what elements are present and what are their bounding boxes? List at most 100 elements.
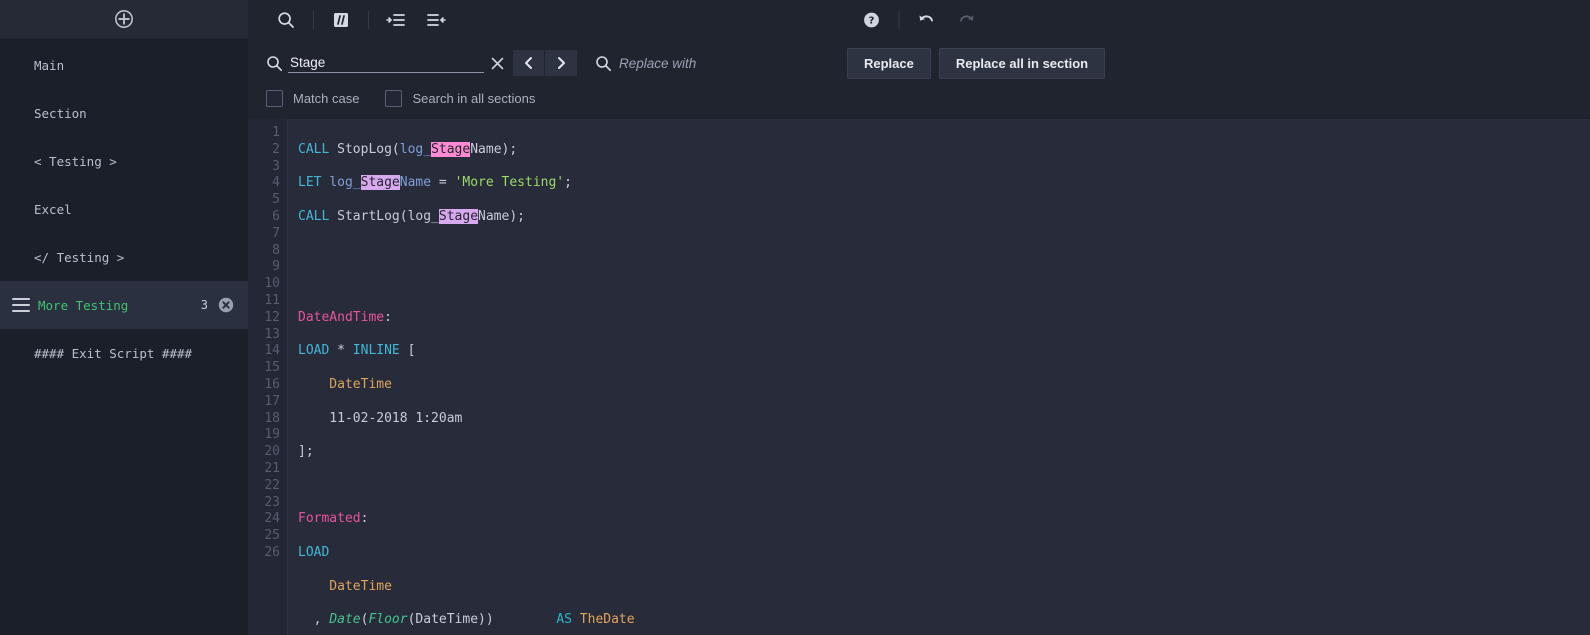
line-number: 23 [264,494,280,510]
close-circle-icon [218,297,234,313]
indent-decrease-icon [427,13,446,26]
replace-all-button[interactable]: Replace all in section [938,47,1106,79]
code-line: CALL StopLog(log_StageName); [298,141,518,157]
redo-icon [960,14,974,21]
line-number: 10 [264,276,280,292]
section-list: Main Section < Testing > Excel </ Testin… [0,39,248,635]
undo-button[interactable] [910,5,944,35]
match-nav-group [513,50,577,76]
search-all-sections-label: Search in all sections [412,90,536,106]
chevron-right-icon [558,57,565,69]
line-number: 24 [264,511,280,527]
line-number: 2 [272,141,280,157]
code-line: DateAndTime: [298,309,392,325]
line-number: 26 [264,544,280,560]
add-section-button[interactable] [114,9,134,29]
script-editor-window: Main Section < Testing > Excel </ Testin… [0,0,1590,635]
code-line: ]; [298,444,314,460]
line-number: 17 [264,393,280,409]
code-line: LET log_StageName = 'More Testing'; [298,175,572,191]
sidebar-item-label: < Testing > [34,153,117,169]
line-number: 22 [264,477,280,493]
code-line: DateTime [298,376,392,392]
comment-icon [334,12,348,27]
sidebar-item-exit-script[interactable]: #### Exit Script #### [0,329,248,377]
line-number-gutter: 1 2 3 4 5 6 7 8 9 10 11 12 13 14 15 16 17 18 19 20 21 22 23 24 2… [248,119,288,635]
replace-button[interactable]: Replace [847,47,931,79]
toolbar-left-group [266,5,456,35]
line-number: 1 [272,125,280,140]
search-all-sections-checkbox[interactable] [385,89,403,107]
search-input[interactable] [288,53,484,73]
toolbar-search-button[interactable] [269,5,303,35]
help-button[interactable]: ? [855,5,889,35]
replace-input[interactable] [617,53,825,73]
code-line: LOAD * INLINE [ [298,343,416,359]
toolbar-center-group: ? [852,5,987,35]
match-count-badge: 3 [200,298,208,312]
line-number: 12 [264,309,280,325]
line-number: 25 [264,528,280,544]
search-all-sections-option[interactable]: Search in all sections [385,89,536,107]
line-number: 5 [272,192,280,208]
match-case-label: Match case [293,90,360,106]
find-options-row: Match case Search in all sections [266,83,1572,113]
next-match-button[interactable] [545,50,577,76]
sidebar-item-excel[interactable]: Excel [0,185,248,233]
line-number: 21 [264,460,280,476]
sidebar-item-label: More Testing [38,297,129,313]
line-number: 20 [264,444,280,460]
toolbar-comment-button[interactable] [324,5,358,35]
delete-section-button[interactable] [218,297,234,313]
match-case-checkbox[interactable] [266,89,283,107]
code-content[interactable]: CALL StopLog(log_StageName); LET log_Sta… [288,119,1590,635]
sidebar-item-more-testing[interactable]: More Testing 3 [0,281,248,329]
line-number: 4 [272,175,280,191]
code-editor[interactable]: 1 2 3 4 5 6 7 8 9 10 11 12 13 14 15 16 17 18 19 20 21 22 23 24 2… [248,119,1590,635]
find-replace-bar: Replace Replace all in section Match cas… [248,39,1590,119]
chevron-left-icon [524,57,532,69]
sidebar-item-testing-open[interactable]: < Testing > [0,137,248,185]
code-line: DateTime [298,578,392,594]
replace-search-icon [595,55,617,72]
code-line: , Date(Floor(DateTime)) AS TheDate [298,612,635,628]
search-icon [266,55,288,72]
sidebar-item-label: Excel [34,201,72,217]
line-number: 18 [264,410,280,426]
sidebar-item-main[interactable]: Main [0,41,248,89]
toolbar-outdent-button[interactable] [419,5,453,35]
undo-icon [919,14,933,21]
line-number: 16 [264,376,280,392]
line-number: 7 [272,225,280,241]
line-number: 6 [272,208,280,224]
replace-actions: Replace Replace all in section [847,47,1113,79]
line-number: 11 [264,292,280,308]
code-line: CALL StartLog(log_StageName); [298,208,525,224]
svg-text:?: ? [869,15,875,26]
match-case-option[interactable]: Match case [266,89,360,107]
sections-sidebar: Main Section < Testing > Excel </ Testin… [0,0,248,635]
previous-match-button[interactable] [513,50,545,76]
line-number: 19 [264,427,280,443]
drag-handle-icon[interactable] [12,298,30,312]
line-number: 13 [264,326,280,342]
clear-search-button[interactable] [484,56,510,71]
toolbar-divider [368,10,369,29]
line-number: 9 [272,259,280,275]
find-row: Replace Replace all in section [266,47,1572,79]
sidebar-item-testing-close[interactable]: </ Testing > [0,233,248,281]
line-number: 8 [272,242,280,258]
redo-button[interactable] [950,5,984,35]
sidebar-item-section[interactable]: Section [0,89,248,137]
line-number: 3 [272,158,280,174]
sidebar-header [0,0,248,39]
toolbar-indent-button[interactable] [379,5,413,35]
sidebar-item-label: </ Testing > [34,249,125,265]
search-icon [278,11,294,28]
code-line: 11-02-2018 1:20am [298,410,463,426]
close-icon [491,57,503,69]
replace-field-wrap [595,53,825,73]
